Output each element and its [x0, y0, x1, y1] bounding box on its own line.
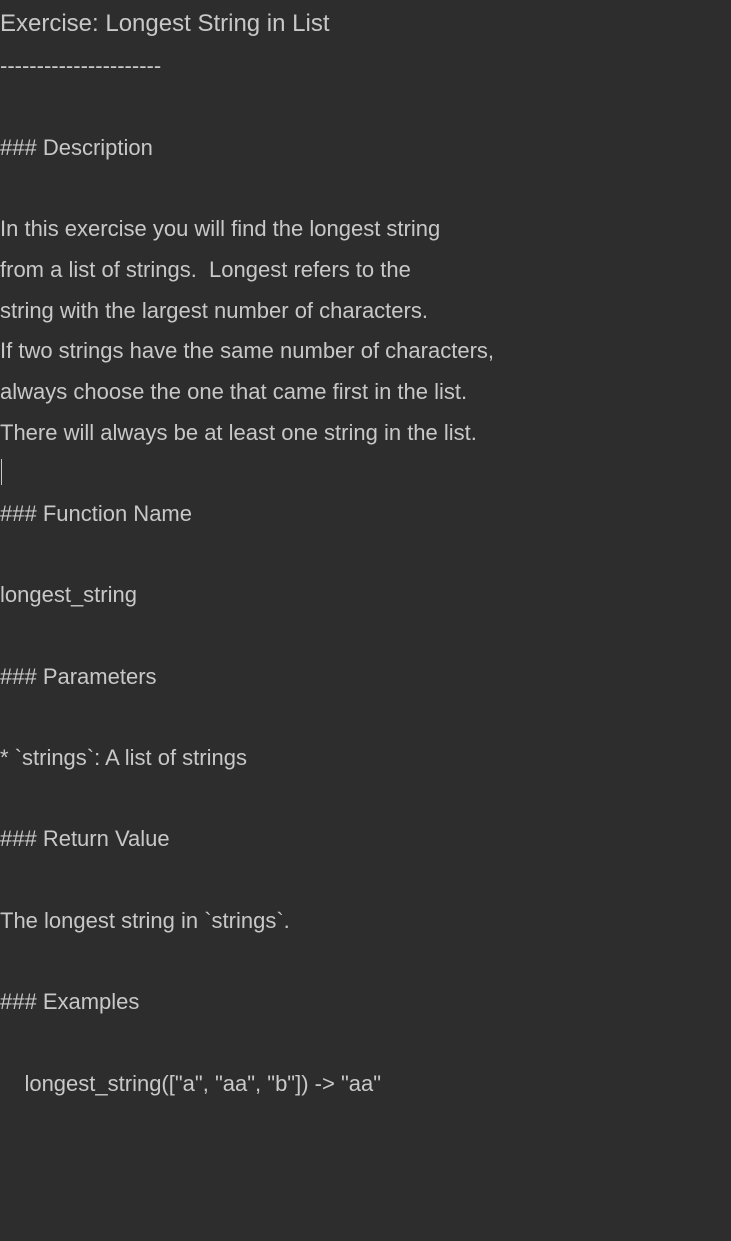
blank-line — [0, 87, 731, 128]
blank-line — [0, 1023, 731, 1064]
description-text: string with the largest number of charac… — [0, 291, 731, 332]
blank-line — [0, 779, 731, 820]
title-underline: ---------------------- — [0, 46, 731, 87]
description-text: There will always be at least one string… — [0, 413, 731, 454]
examples-heading: ### Examples — [0, 982, 731, 1023]
blank-line — [0, 168, 731, 209]
blank-line — [0, 860, 731, 901]
return-value-text: The longest string in `strings`. — [0, 901, 731, 942]
description-text: always choose the one that came first in… — [0, 372, 731, 413]
blank-line — [0, 942, 731, 983]
parameter-item: * `strings`: A list of strings — [0, 738, 731, 779]
function-name-heading: ### Function Name — [0, 494, 731, 535]
parameters-heading: ### Parameters — [0, 657, 731, 698]
example-code: longest_string(["a", "aa", "b"]) -> "aa" — [0, 1064, 731, 1105]
cursor-line — [0, 453, 731, 494]
text-cursor — [1, 459, 2, 485]
exercise-title: Exercise: Longest String in List — [0, 0, 731, 46]
description-text: In this exercise you will find the longe… — [0, 209, 731, 250]
description-text: from a list of strings. Longest refers t… — [0, 250, 731, 291]
blank-line — [0, 616, 731, 657]
return-value-heading: ### Return Value — [0, 819, 731, 860]
document-content: Exercise: Longest String in List -------… — [0, 0, 731, 1104]
description-text: If two strings have the same number of c… — [0, 331, 731, 372]
description-heading: ### Description — [0, 128, 731, 169]
function-name-value: longest_string — [0, 575, 731, 616]
blank-line — [0, 535, 731, 576]
blank-line — [0, 697, 731, 738]
